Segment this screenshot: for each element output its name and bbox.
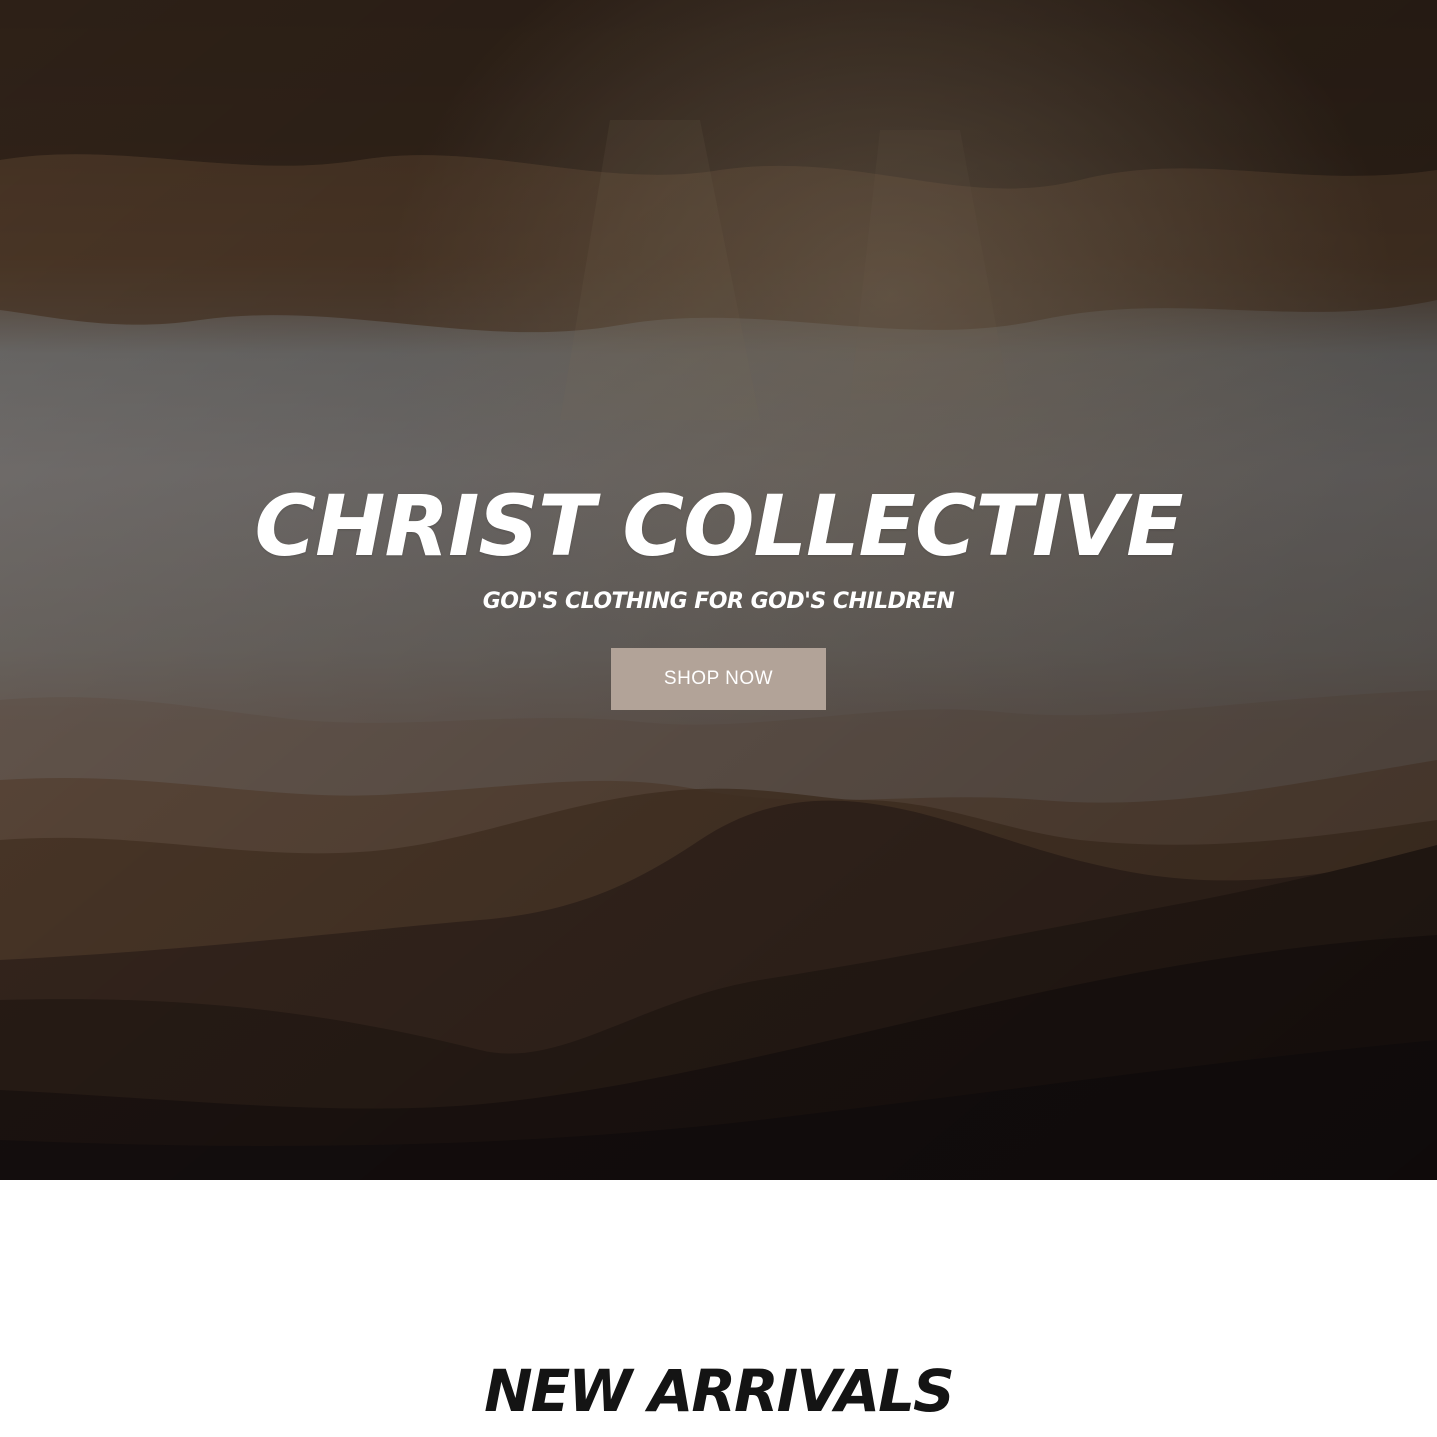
hero-content: CHRIST COLLECTIVE GOD'S CLOTHING FOR GOD… <box>0 478 1437 710</box>
page: CHRIST COLLECTIVE GOD'S CLOTHING FOR GOD… <box>0 0 1437 1437</box>
hero-title: CHRIST COLLECTIVE <box>254 477 1184 575</box>
new-arrivals-heading: NEW ARRIVALS <box>484 1357 955 1425</box>
shop-now-button[interactable]: SHOP NOW <box>611 648 826 710</box>
new-arrivals-section: NEW ARRIVALS <box>0 1180 1437 1437</box>
hero-banner: CHRIST COLLECTIVE GOD'S CLOTHING FOR GOD… <box>0 0 1437 1180</box>
hero-subtitle: GOD'S CLOTHING FOR GOD'S CHILDREN <box>482 589 955 614</box>
